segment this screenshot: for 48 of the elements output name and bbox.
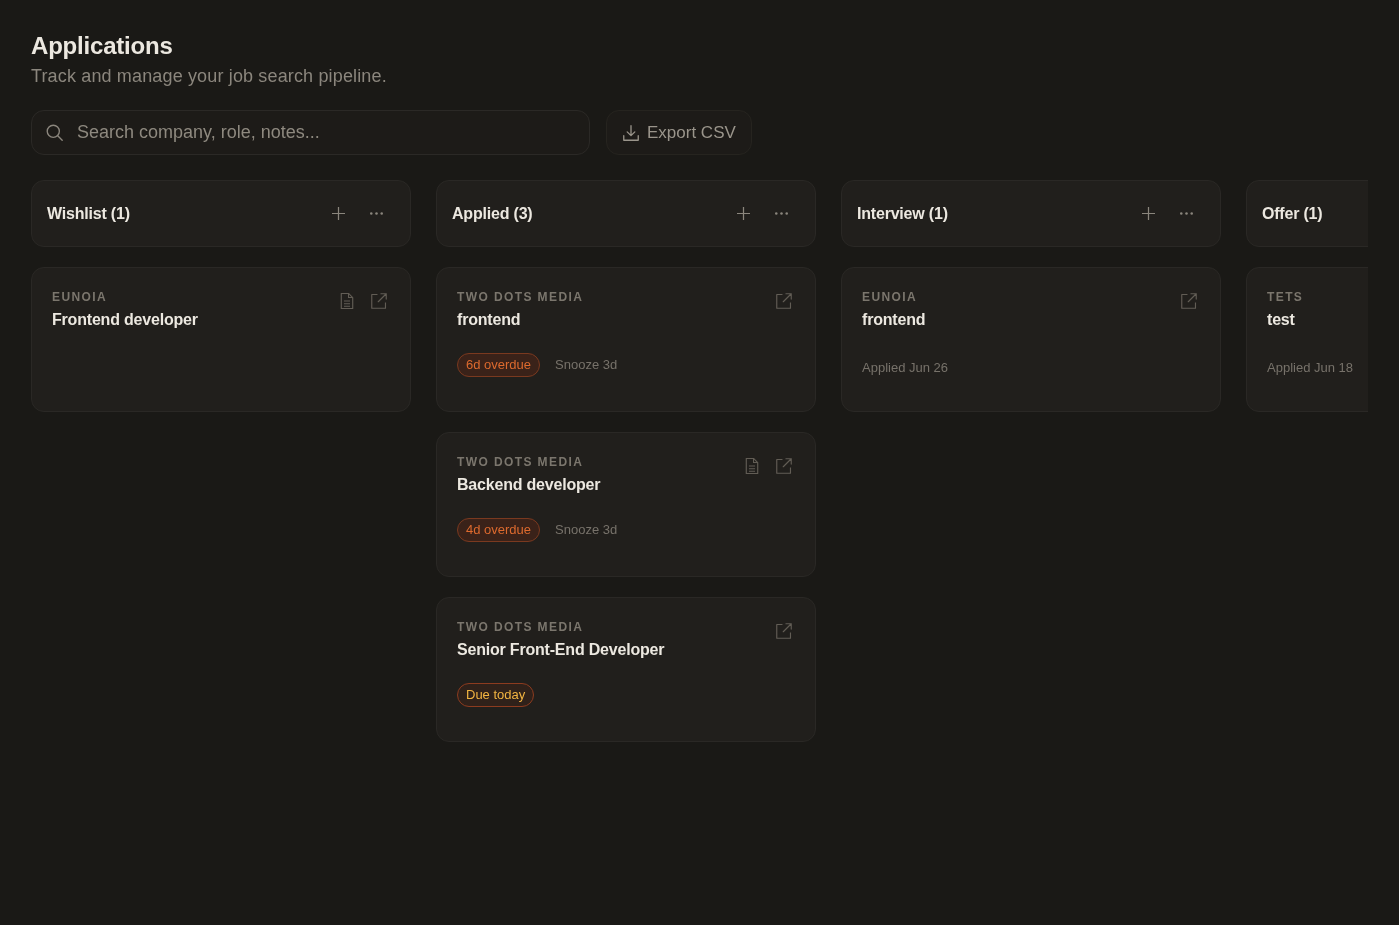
due-status-badge: Due today <box>457 683 535 707</box>
search-icon <box>46 124 63 141</box>
company-name: TWO DOTS MEDIA <box>457 289 584 306</box>
job-title: Frontend developer <box>52 310 198 330</box>
external-link-icon[interactable] <box>1181 293 1197 309</box>
job-title: Backend developer <box>457 475 601 495</box>
job-title: test <box>1267 310 1296 330</box>
company-name: TWO DOTS MEDIA <box>457 619 585 636</box>
job-title: Senior Front-End Developer <box>457 640 665 660</box>
job-title: frontend <box>862 310 926 330</box>
snooze-link[interactable]: Snooze 3d <box>555 520 618 540</box>
applied-date: Applied Jun 18 <box>1267 359 1354 377</box>
plus-icon <box>331 207 345 220</box>
external-link-icon[interactable] <box>776 623 792 639</box>
plus-icon <box>1141 207 1155 220</box>
due-status-badge: 4d overdue <box>457 518 541 542</box>
application-card[interactable]: TWO DOTS MEDIA Backend developer 4d overdue Snooze 3d <box>436 432 816 577</box>
column-title: Interview (1) <box>857 203 948 224</box>
company-name: EUNOIA <box>52 289 109 306</box>
plus-icon <box>736 207 750 220</box>
snooze-link[interactable]: Snooze 3d <box>555 355 618 375</box>
application-card[interactable]: TETS test Applied Jun 18 <box>1246 267 1368 412</box>
application-card[interactable]: EUNOIA Frontend developer <box>31 267 411 412</box>
ellipsis-icon <box>369 212 383 215</box>
column-title: Applied (3) <box>452 203 533 224</box>
download-icon <box>623 124 639 141</box>
company-name: EUNOIA <box>862 289 919 306</box>
page-subtitle: Track and manage your job search pipeline. <box>31 65 388 88</box>
column-title: Wishlist (1) <box>47 203 130 224</box>
external-link-icon[interactable] <box>776 458 792 474</box>
document-icon[interactable] <box>339 293 355 309</box>
application-card[interactable]: TWO DOTS MEDIA Senior Front-End Developer Due today <box>436 597 816 742</box>
page-title: Applications <box>31 31 174 61</box>
application-card[interactable]: EUNOIA frontend Applied Jun 26 <box>841 267 1221 412</box>
company-name: TWO DOTS MEDIA <box>457 454 585 471</box>
application-card[interactable]: TWO DOTS MEDIA frontend 6d overdue Snooze 3d <box>436 267 816 412</box>
ellipsis-icon <box>1179 212 1193 215</box>
search-field[interactable]: Search company, role, notes... <box>31 110 590 155</box>
company-name: TETS <box>1267 289 1304 306</box>
job-title: frontend <box>457 310 522 330</box>
applied-date: Applied Jun 26 <box>862 359 949 377</box>
column-title: Offer (1) <box>1262 203 1323 224</box>
ellipsis-icon <box>774 212 788 215</box>
due-status-badge: 6d overdue <box>457 353 541 377</box>
document-icon[interactable] <box>744 458 760 474</box>
export-csv-button[interactable]: Export CSV <box>606 110 752 155</box>
external-link-icon[interactable] <box>371 293 387 309</box>
external-link-icon[interactable] <box>776 293 792 309</box>
